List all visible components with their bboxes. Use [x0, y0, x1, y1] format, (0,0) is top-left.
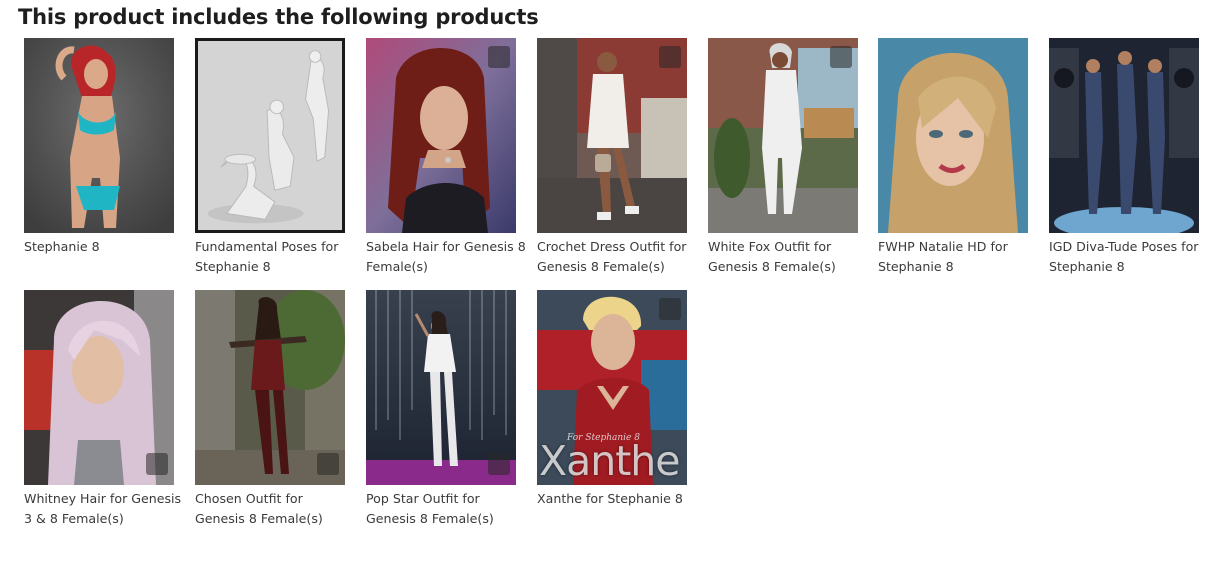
product-title[interactable]: Chosen Outfit for Genesis 8 Female(s)	[195, 489, 355, 529]
pop-star-outfit-thumbnail[interactable]	[366, 290, 516, 485]
stephanie-8-thumbnail[interactable]	[24, 38, 174, 233]
crochet-dress-thumbnail[interactable]	[537, 38, 687, 233]
brand-badge-icon	[659, 46, 681, 68]
diva-tude-poses-thumbnail[interactable]	[1049, 38, 1199, 233]
product-card-fundamental-poses[interactable]: Fundamental Poses for Stephanie 8	[195, 38, 345, 277]
product-title[interactable]: Sabela Hair for Genesis 8 Female(s)	[366, 237, 526, 277]
product-title[interactable]: White Fox Outfit for Genesis 8 Female(s)	[708, 237, 868, 277]
xanthe-thumbnail[interactable]: For Stephanie 8 Xanthe	[537, 290, 687, 485]
product-card-xanthe[interactable]: For Stephanie 8 Xanthe Xanthe for Stepha…	[537, 290, 687, 509]
product-card-chosen-outfit[interactable]: Chosen Outfit for Genesis 8 Female(s)	[195, 290, 345, 529]
brand-badge-icon	[659, 298, 681, 320]
natalie-hd-thumbnail[interactable]	[878, 38, 1028, 233]
brand-badge-icon	[488, 46, 510, 68]
product-card-crochet-dress[interactable]: Crochet Dress Outfit for Genesis 8 Femal…	[537, 38, 687, 277]
product-title[interactable]: Fundamental Poses for Stephanie 8	[195, 237, 355, 277]
product-title[interactable]: Pop Star Outfit for Genesis 8 Female(s)	[366, 489, 526, 529]
product-title[interactable]: FWHP Natalie HD for Stephanie 8	[878, 237, 1038, 277]
thumbnail-logo-text: Xanthe	[539, 437, 680, 485]
product-card-pop-star-outfit[interactable]: Pop Star Outfit for Genesis 8 Female(s)	[366, 290, 516, 529]
product-title[interactable]: IGD Diva-Tude Poses for Stephanie 8	[1049, 237, 1209, 277]
product-card-diva-tude-poses[interactable]: IGD Diva-Tude Poses for Stephanie 8	[1049, 38, 1199, 277]
brand-badge-icon	[146, 453, 168, 475]
brand-badge-icon	[830, 46, 852, 68]
whitney-hair-thumbnail[interactable]	[24, 290, 174, 485]
brand-badge-icon	[317, 453, 339, 475]
product-title[interactable]: Stephanie 8	[24, 237, 184, 257]
product-title[interactable]: Whitney Hair for Genesis 3 & 8 Female(s)	[24, 489, 184, 529]
product-card-stephanie-8[interactable]: Stephanie 8	[24, 38, 174, 257]
fundamental-poses-thumbnail[interactable]	[195, 38, 345, 233]
product-card-whitney-hair[interactable]: Whitney Hair for Genesis 3 & 8 Female(s)	[24, 290, 181, 529]
white-fox-outfit-thumbnail[interactable]	[708, 38, 858, 233]
product-card-natalie-hd[interactable]: FWHP Natalie HD for Stephanie 8	[878, 38, 1028, 277]
product-card-sabela-hair[interactable]: Sabela Hair for Genesis 8 Female(s)	[366, 38, 526, 277]
chosen-outfit-thumbnail[interactable]	[195, 290, 345, 485]
section-heading: This product includes the following prod…	[18, 5, 539, 29]
brand-badge-icon	[488, 453, 510, 475]
product-title[interactable]: Crochet Dress Outfit for Genesis 8 Femal…	[537, 237, 697, 277]
product-card-white-fox-outfit[interactable]: White Fox Outfit for Genesis 8 Female(s)	[708, 38, 858, 277]
sabela-hair-thumbnail[interactable]	[366, 38, 516, 233]
product-title[interactable]: Xanthe for Stephanie 8	[537, 489, 697, 509]
